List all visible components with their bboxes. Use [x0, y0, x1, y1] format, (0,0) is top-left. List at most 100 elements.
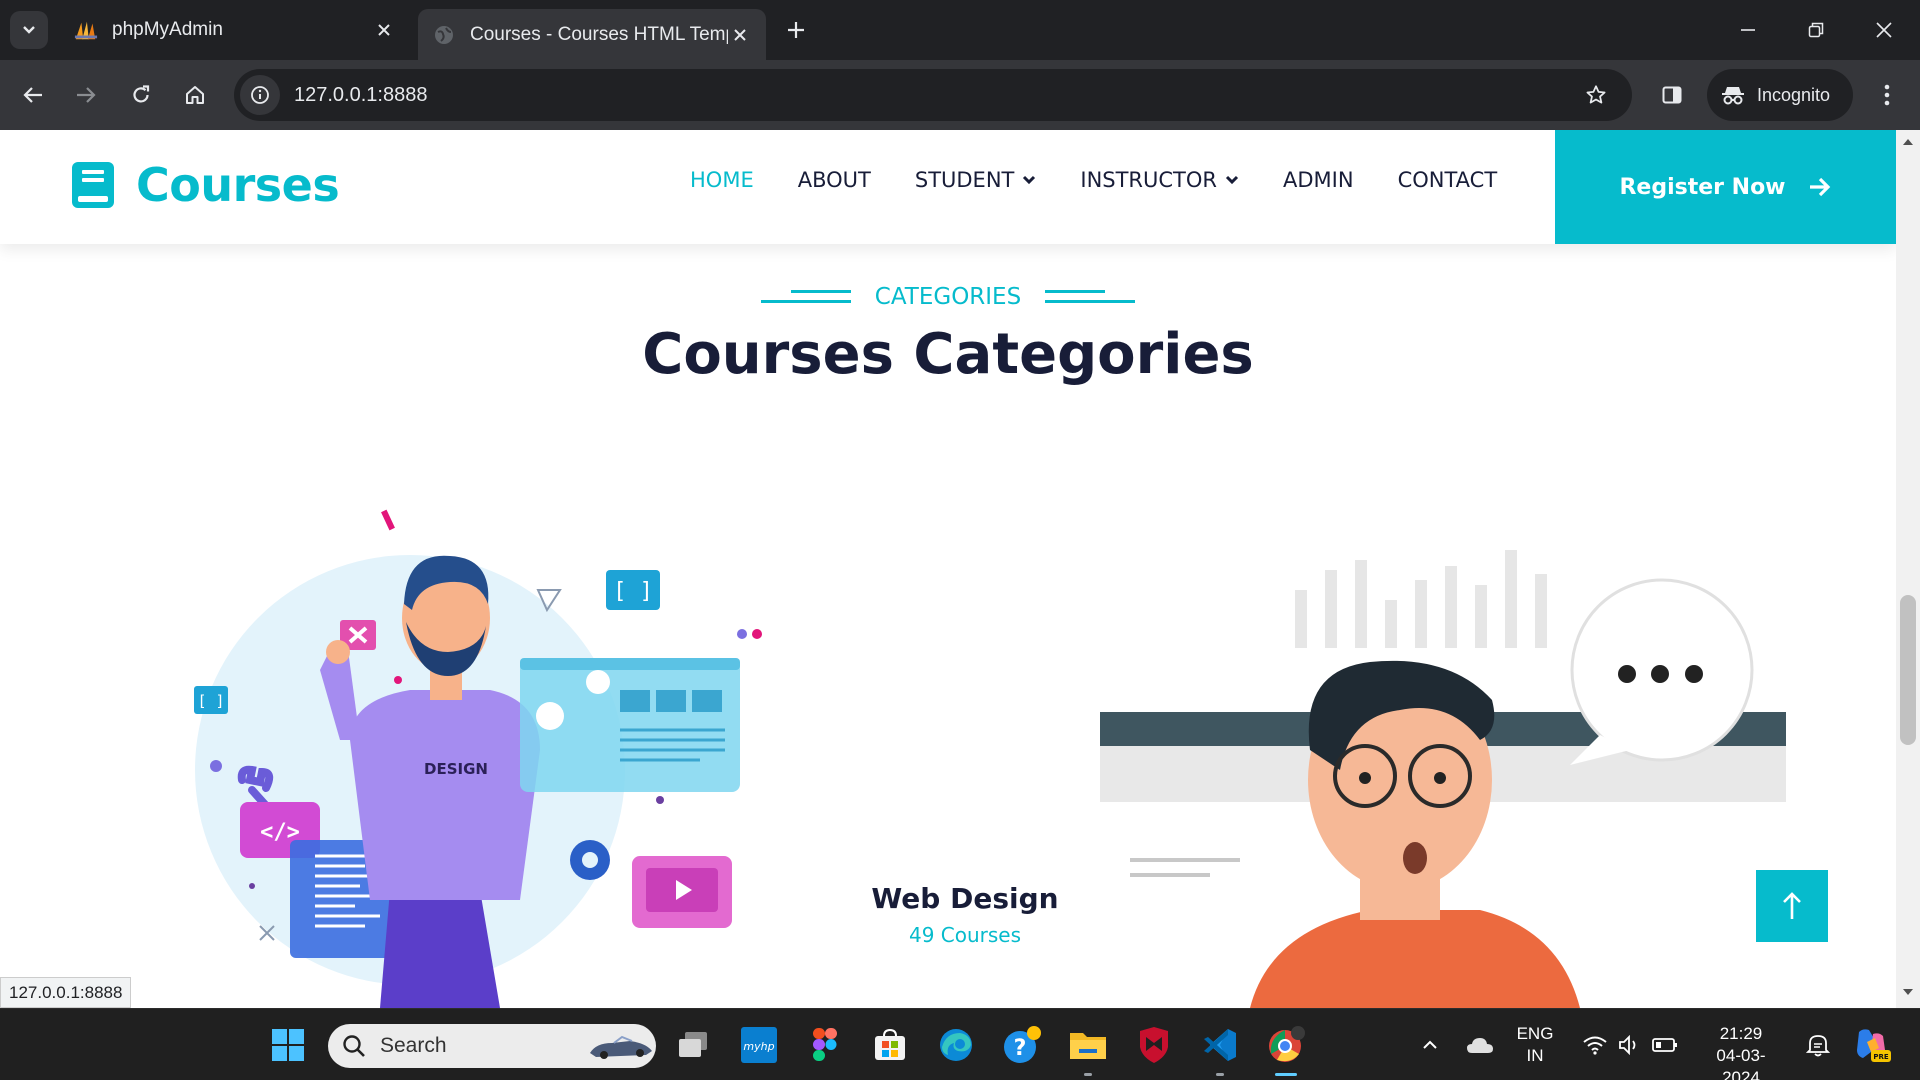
forward-button[interactable]: [66, 75, 106, 115]
nav-label: CONTACT: [1397, 168, 1498, 192]
address-bar[interactable]: 127.0.0.1:8888: [234, 69, 1632, 121]
minimize-button[interactable]: [1728, 10, 1768, 50]
wifi-icon: [1583, 1036, 1607, 1055]
search-icon: [343, 1035, 365, 1057]
clock-time: 21:29: [1719, 1024, 1763, 1043]
onedrive-button[interactable]: [1458, 1023, 1502, 1067]
clock-date: 04-03-2024: [1716, 1046, 1766, 1080]
store-icon: [875, 1028, 905, 1060]
category-web-design[interactable]: Web Design 49 Courses: [820, 882, 1110, 947]
arrow-left-icon: [23, 87, 42, 103]
close-icon[interactable]: [372, 18, 396, 42]
decor-lines: [760, 290, 851, 304]
arrow-right-icon: [77, 87, 96, 103]
close-window-button[interactable]: [1864, 10, 1904, 50]
active-app-indicator: [1275, 1073, 1297, 1076]
web-design-illustration[interactable]: [ ] [ ] </> DESIGN: [180, 500, 780, 1008]
browser-tab-bar: phpMyAdmin Courses - Courses HTML Templ: [0, 0, 1920, 60]
status-bar-url: 127.0.0.1:8888: [0, 977, 132, 1008]
running-indicator: [1216, 1073, 1224, 1076]
scroll-down-icon[interactable]: [1902, 988, 1914, 996]
task-view-button[interactable]: [671, 1023, 715, 1067]
lang-line-1: ENG: [1516, 1024, 1554, 1043]
copilot-button[interactable]: PRE: [1850, 1023, 1894, 1067]
svg-text:[ ]: [ ]: [613, 579, 653, 604]
get-help-app[interactable]: ?: [1000, 1023, 1044, 1067]
nav-label: INSTRUCTOR: [1080, 168, 1218, 192]
show-hidden-icons-button[interactable]: [1408, 1023, 1452, 1067]
tab-search-button[interactable]: [10, 11, 48, 49]
nav-student[interactable]: STUDENT: [915, 168, 1037, 192]
chevron-up-icon: [1423, 1040, 1437, 1049]
vscode-app[interactable]: [1198, 1023, 1242, 1067]
help-icon: ?: [1004, 1026, 1041, 1063]
restore-button[interactable]: [1796, 10, 1836, 50]
svg-text:DESIGN: DESIGN: [424, 760, 488, 778]
home-button[interactable]: [175, 75, 215, 115]
nav-contact[interactable]: CONTACT: [1398, 168, 1498, 192]
scroll-up-icon[interactable]: [1902, 138, 1914, 146]
nav-home[interactable]: HOME: [690, 168, 754, 192]
notifications-button[interactable]: [1796, 1023, 1840, 1067]
back-to-top-button[interactable]: [1756, 870, 1828, 942]
nav-instructor[interactable]: INSTRUCTOR: [1080, 168, 1239, 192]
tab-courses[interactable]: Courses - Courses HTML Templ: [418, 9, 766, 60]
book-icon: [72, 162, 114, 208]
nav-admin[interactable]: ADMIN: [1283, 168, 1354, 192]
svg-text:myhp: myhp: [743, 1040, 774, 1053]
arrow-right-icon: [1809, 177, 1830, 197]
close-icon: [1876, 22, 1892, 38]
register-label: Register Now: [1619, 174, 1786, 200]
figma-app[interactable]: [803, 1023, 847, 1067]
register-now-button[interactable]: Register Now: [1555, 130, 1896, 244]
phpmyadmin-icon: [74, 18, 98, 42]
site-info-icon[interactable]: [240, 75, 280, 115]
vscode-icon: [1204, 1029, 1236, 1061]
site-logo[interactable]: Courses: [70, 158, 340, 212]
myhp-app[interactable]: myhp: [737, 1023, 781, 1067]
microsoft-store-app[interactable]: [868, 1023, 912, 1067]
section-tag-text: CATEGORIES: [874, 284, 1022, 310]
reload-icon: [133, 85, 150, 103]
bookmark-star-icon[interactable]: [1576, 75, 1616, 115]
arrow-up-icon: [1783, 892, 1801, 919]
tab-phpmyadmin[interactable]: phpMyAdmin: [60, 9, 410, 51]
side-panel-button[interactable]: [1652, 75, 1692, 115]
new-tab-button[interactable]: [780, 14, 812, 46]
start-button[interactable]: [266, 1023, 310, 1067]
incognito-profile-button[interactable]: Incognito: [1707, 69, 1853, 121]
search-placeholder: Search: [380, 1034, 447, 1057]
quick-settings-button[interactable]: [1570, 1023, 1690, 1067]
clock[interactable]: 21:29 04-03-2024: [1698, 1023, 1784, 1080]
browser-toolbar: 127.0.0.1:8888 Incognito: [0, 60, 1920, 130]
browser-menu-button[interactable]: [1867, 75, 1907, 115]
back-button[interactable]: [13, 75, 53, 115]
url-text: 127.0.0.1:8888: [294, 83, 428, 106]
svg-text:?: ?: [1014, 1036, 1027, 1061]
nav-about[interactable]: ABOUT: [798, 168, 871, 192]
speech-bubble-illustration[interactable]: [1100, 530, 1786, 1008]
svg-text:PRE: PRE: [1873, 1053, 1889, 1061]
category-course-count: 49 Courses: [908, 923, 1022, 947]
running-indicator: [1084, 1073, 1092, 1076]
chrome-app[interactable]: [1264, 1023, 1308, 1067]
mcafee-app[interactable]: [1132, 1023, 1176, 1067]
nav-label: ABOUT: [797, 168, 871, 192]
minimize-icon: [1741, 29, 1755, 31]
cloud-icon: [1467, 1038, 1493, 1053]
windows-logo-icon: [272, 1029, 304, 1061]
tab-title: phpMyAdmin: [112, 19, 223, 40]
mcafee-shield-icon: [1140, 1027, 1168, 1063]
input-language[interactable]: ENG IN: [1510, 1023, 1560, 1067]
file-explorer-app[interactable]: [1066, 1023, 1110, 1067]
page-scrollbar[interactable]: [1896, 130, 1920, 1008]
taskbar-search[interactable]: Search: [328, 1024, 656, 1068]
scrollbar-thumb[interactable]: [1900, 595, 1916, 745]
close-icon[interactable]: [728, 23, 752, 47]
decor-lines: [1045, 290, 1136, 304]
chevron-down-icon: [23, 26, 35, 34]
edge-app[interactable]: [934, 1023, 978, 1067]
logo-text: Courses: [136, 158, 340, 212]
section-tag: CATEGORIES: [0, 284, 1896, 310]
reload-button[interactable]: [121, 75, 161, 115]
